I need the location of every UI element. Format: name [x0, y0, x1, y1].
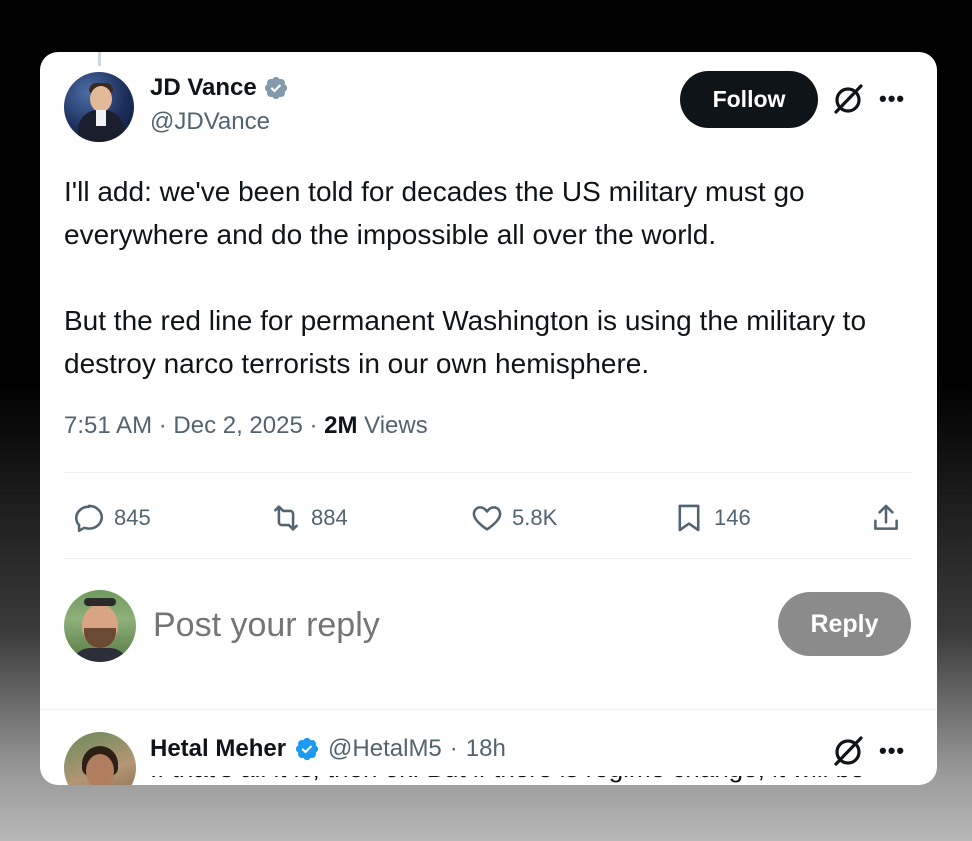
- reply-separator: ·: [449, 735, 458, 762]
- tweet-time[interactable]: 7:51 AM: [64, 412, 152, 439]
- bookmark-action-button[interactable]: 146: [672, 492, 751, 544]
- repost-count: 884: [311, 505, 348, 530]
- author-info: JD Vance @JDVance: [150, 74, 289, 136]
- bookmark-icon: [678, 504, 700, 532]
- grok-icon[interactable]: [831, 734, 865, 768]
- more-options-icon[interactable]: •••: [879, 86, 905, 112]
- tweet-paragraph: I'll add: we've been told for decades th…: [64, 176, 805, 250]
- meta-separator: ·: [152, 412, 174, 439]
- heart-icon: [472, 506, 502, 531]
- views-label[interactable]: Views: [357, 412, 428, 439]
- tweet-body: I'll add: we've been told for decades th…: [64, 170, 904, 385]
- tweet-date[interactable]: Dec 2, 2025: [173, 412, 302, 439]
- reply-header: Hetal Meher @HetalM5 · 18h: [150, 735, 506, 763]
- reply-text-clipped: If that's all it is, then ok. But if the…: [150, 776, 910, 785]
- divider: [64, 472, 913, 473]
- grok-icon[interactable]: [831, 82, 865, 116]
- share-action-button[interactable]: [869, 492, 903, 544]
- follow-button[interactable]: Follow: [680, 71, 818, 128]
- post-card: JD Vance @JDVance Follow ••• I'll add: w…: [40, 52, 937, 785]
- gray-verified-badge-icon: [264, 76, 287, 100]
- divider: [64, 558, 913, 559]
- thread-connector-line: [98, 52, 101, 66]
- reply-author-avatar[interactable]: [64, 732, 136, 785]
- share-icon: [874, 504, 898, 530]
- author-display-name[interactable]: JD Vance: [150, 74, 257, 102]
- reply-time[interactable]: 18h: [466, 735, 506, 763]
- reply-button[interactable]: Reply: [778, 592, 911, 656]
- divider: [40, 709, 937, 710]
- reply-author-name[interactable]: Hetal Meher: [150, 735, 286, 763]
- repost-icon: [274, 505, 298, 531]
- meta-separator: ·: [302, 412, 325, 439]
- current-user-avatar[interactable]: [64, 590, 136, 662]
- author-handle[interactable]: @JDVance: [150, 108, 289, 136]
- reply-action-button[interactable]: 845: [72, 492, 151, 544]
- reply-input[interactable]: [153, 600, 753, 650]
- author-avatar[interactable]: [64, 72, 134, 142]
- action-bar: 845 884 5.8K 146: [64, 492, 913, 544]
- tweet-paragraph: But the red line for permanent Washingto…: [64, 305, 867, 379]
- reply-icon: [74, 504, 104, 533]
- bookmark-count: 146: [714, 505, 751, 530]
- author-name-row[interactable]: JD Vance: [150, 74, 289, 102]
- reply-more-options-icon[interactable]: •••: [879, 738, 905, 764]
- reply-count: 845: [114, 505, 151, 530]
- blue-verified-badge-icon: [295, 737, 319, 761]
- reply-text: If that's all it is, then ok. But if the…: [150, 776, 910, 785]
- like-action-button[interactable]: 5.8K: [470, 492, 557, 544]
- tweet-meta: 7:51 AM · Dec 2, 2025 · 2M Views: [64, 412, 428, 440]
- reply-author-handle[interactable]: @HetalM5: [328, 735, 442, 763]
- views-count[interactable]: 2M: [324, 412, 357, 439]
- like-count: 5.8K: [512, 505, 558, 530]
- repost-action-button[interactable]: 884: [269, 492, 348, 544]
